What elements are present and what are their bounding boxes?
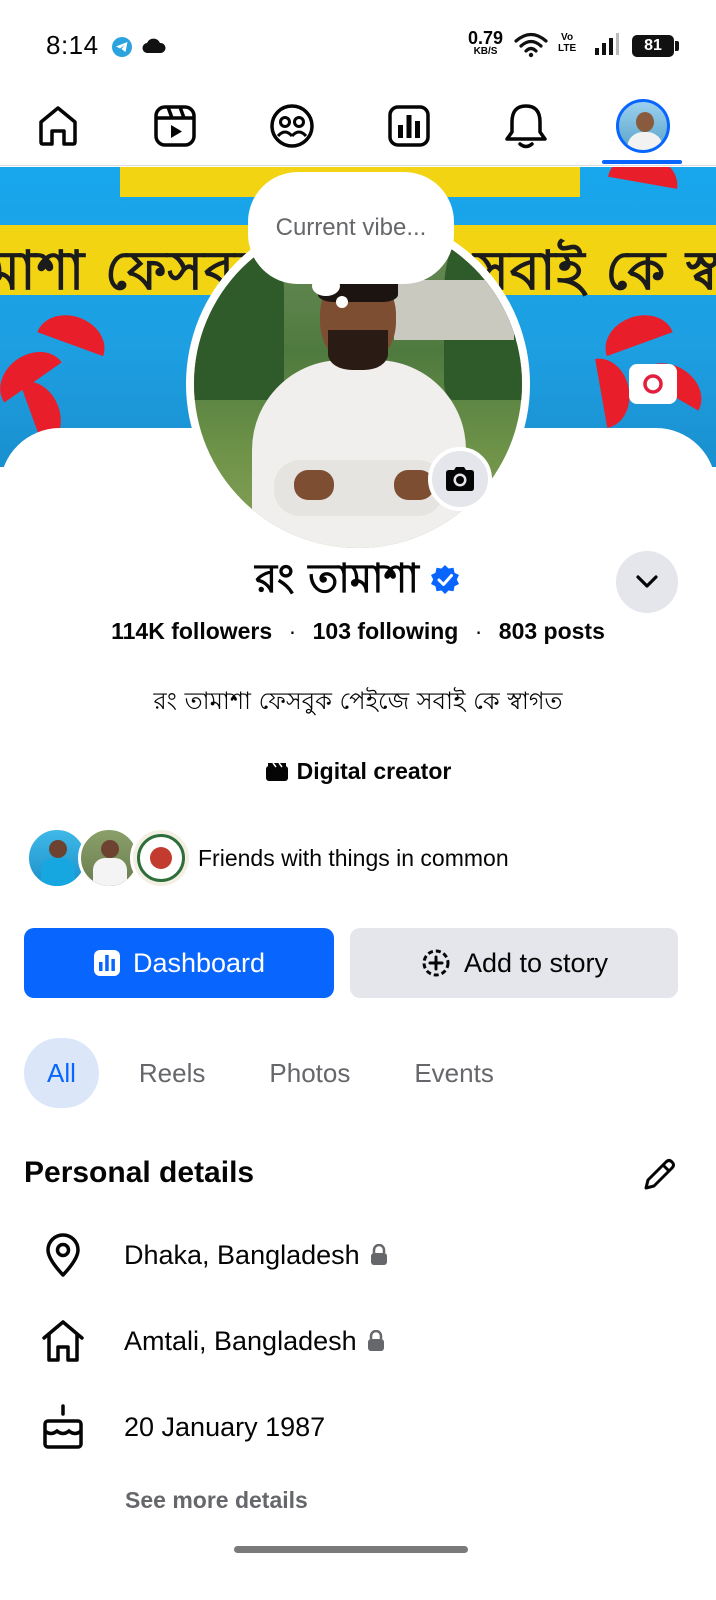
dashboard-icon <box>93 950 120 976</box>
verified-badge-icon <box>430 565 459 594</box>
tab-events[interactable]: Events <box>390 1038 518 1108</box>
camera-icon <box>643 374 663 394</box>
friends-in-common-label: Friends with things in common <box>198 844 509 871</box>
profile-name-row: রং তামাশা <box>0 550 716 610</box>
profile-avatar[interactable] <box>611 94 675 158</box>
top-navigation <box>0 88 716 166</box>
stats-separator: · <box>474 618 483 644</box>
clapperboard-icon <box>265 762 288 781</box>
volte-top: Vo <box>561 32 574 43</box>
lock-icon <box>367 1330 384 1351</box>
battery-icon: 81 <box>632 35 679 57</box>
profile-options-button[interactable] <box>616 551 678 613</box>
status-time: 8:14 <box>46 30 99 60</box>
chevron-down-icon <box>636 575 658 588</box>
signal-icon <box>594 32 620 61</box>
wifi-icon <box>514 32 548 63</box>
volte-indicator: Vo LTE <box>558 32 576 54</box>
add-to-story-label: Add to story <box>463 947 609 978</box>
friends-icon[interactable] <box>260 94 324 158</box>
current-vibe-bubble[interactable]: Current vibe... <box>248 172 454 284</box>
tab-reels[interactable]: Reels <box>115 1038 229 1108</box>
notifications-icon[interactable] <box>494 94 558 158</box>
profile-bio: রং তামাশা ফেসবুক পেইজে সবাই কে স্বাগত <box>153 687 563 715</box>
edit-details-button[interactable] <box>640 1156 678 1199</box>
active-tab-indicator <box>602 160 682 164</box>
telegram-icon <box>112 37 132 57</box>
cover-camera-button[interactable] <box>629 364 677 404</box>
see-more-details-link[interactable]: See more details <box>125 1487 308 1514</box>
add-story-icon <box>422 949 450 977</box>
stats-separator: · <box>288 618 297 644</box>
detail-row-hometown: Amtali, Bangladesh <box>40 1317 680 1365</box>
location-pin-icon <box>40 1232 86 1278</box>
net-speed-value: 0.79 <box>468 28 504 48</box>
home-icon <box>40 1318 86 1364</box>
detail-row-current-city: Dhaka, Bangladesh <box>40 1231 680 1279</box>
home-indicator[interactable] <box>234 1546 468 1553</box>
tab-photos[interactable]: Photos <box>245 1038 374 1108</box>
dashboard-button-label: Dashboard <box>132 947 266 978</box>
add-to-story-button[interactable]: Add to story <box>350 928 678 998</box>
bubble-tail <box>312 276 340 296</box>
current-vibe-placeholder: Current vibe... <box>275 214 427 241</box>
camera-icon <box>446 467 474 491</box>
profile-camera-button[interactable] <box>428 447 492 511</box>
profile-stats: 114K followers · 103 following · 803 pos… <box>0 618 716 645</box>
detail-hometown: Amtali, Bangladesh <box>124 1325 357 1356</box>
dashboard-icon[interactable] <box>377 94 441 158</box>
tab-all[interactable]: All <box>24 1038 99 1108</box>
friend-avatar[interactable] <box>130 827 192 889</box>
home-icon[interactable] <box>26 94 90 158</box>
mutual-friends-row[interactable]: Friends with things in common <box>26 826 509 890</box>
detail-current-city: Dhaka, Bangladesh <box>124 1239 360 1270</box>
content-tabs: All Reels Photos Events <box>24 1038 534 1108</box>
reels-icon[interactable] <box>143 94 207 158</box>
following-count[interactable]: 103 following <box>313 618 459 644</box>
detail-birthday: 20 January 1987 <box>124 1411 326 1442</box>
detail-row-birthday: 20 January 1987 <box>40 1403 680 1451</box>
birthday-cake-icon <box>40 1404 86 1450</box>
net-speed: 0.79 KB/S <box>468 28 504 57</box>
battery-level: 81 <box>644 37 662 54</box>
avatar <box>616 99 670 153</box>
followers-count[interactable]: 114K followers <box>111 618 272 644</box>
profile-category: Digital creator <box>0 758 716 785</box>
posts-count: 803 posts <box>498 618 605 644</box>
pencil-icon <box>644 1159 675 1190</box>
lock-icon <box>370 1244 387 1265</box>
flower-petal <box>608 167 682 189</box>
dashboard-button[interactable]: Dashboard <box>24 928 334 998</box>
status-bar: 8:14 0.79 KB/S Vo LTE 81 <box>0 0 716 88</box>
cloud-icon <box>142 38 166 59</box>
volte-bottom: LTE <box>558 43 577 54</box>
profile-name: রং তামাশা <box>255 555 419 602</box>
category-label: Digital creator <box>296 758 452 784</box>
bubble-tail-dot <box>336 296 348 308</box>
personal-details-title: Personal details <box>24 1156 255 1189</box>
